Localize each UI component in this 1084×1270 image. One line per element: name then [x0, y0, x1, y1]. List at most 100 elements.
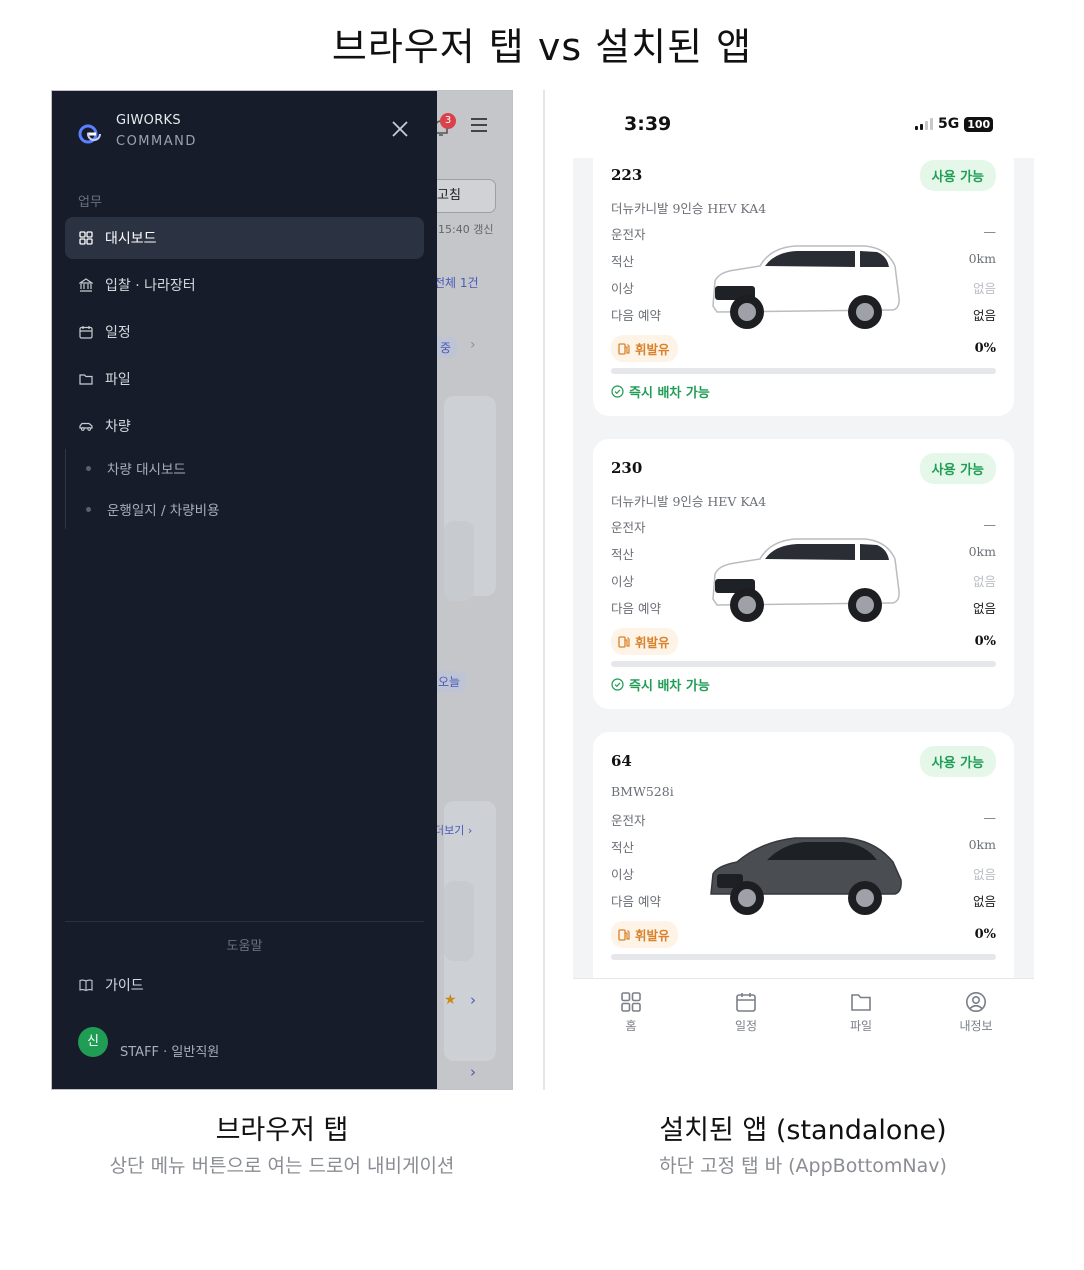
nav-item-bids[interactable]: 입찰 · 나라장터 [65, 264, 424, 306]
vehicle-plate: 64 [611, 752, 632, 770]
vehicle-model: 더뉴카니발 9인승 HEV KA4 [611, 201, 767, 216]
row-label: 적산 [611, 254, 635, 269]
vehicle-model: 더뉴카니발 9인승 HEV KA4 [611, 494, 767, 509]
folder-icon [851, 994, 871, 1011]
tab-label: 파일 [849, 1019, 873, 1033]
grid-icon [621, 992, 641, 1012]
row-value: 0km [968, 544, 996, 559]
nav-item-label: 입찰 · 나라장터 [105, 278, 196, 294]
status-badge: 사용 가능 [919, 746, 996, 777]
nav-item-files[interactable]: 파일 [65, 358, 424, 400]
page-title: 브라우저 탭 vs 설치된 앱 [331, 25, 753, 69]
vehicle-card[interactable]: 223 사용 가능 더뉴카니발 9인승 HEV KA4 운전자 — 적산 0km… [593, 158, 1014, 416]
nav-item-dashboard[interactable]: 대시보드 [65, 217, 424, 259]
nav-item-label: 대시보드 [105, 231, 157, 247]
total-count: 전체 1건 [434, 276, 479, 290]
folder-icon [79, 374, 93, 385]
check-circle-icon [611, 385, 624, 398]
ready-status: 즉시 배차 가능 [611, 382, 710, 401]
car-icon [79, 422, 93, 431]
fuel-badge: 휘발유 [611, 628, 678, 655]
nav-item-label: 가이드 [105, 978, 144, 994]
row-value: — [983, 810, 997, 825]
caption-browser-subtitle: 상단 메뉴 버튼으로 여는 드로어 내비게이션 [109, 1155, 455, 1177]
row-label: 적산 [611, 840, 635, 855]
tab-home[interactable]: 홈 [586, 991, 676, 1034]
avatar[interactable]: 신 [78, 1027, 108, 1057]
row-label: 다음 예약 [611, 308, 661, 323]
tab-label: 일정 [734, 1019, 758, 1033]
chevron-right-icon[interactable]: › [470, 337, 476, 353]
notification-badge: 3 [440, 113, 456, 129]
ready-label: 즉시 배차 가능 [629, 386, 710, 401]
nav-item-label: 차량 [105, 419, 131, 435]
user-icon [966, 992, 986, 1012]
background-card [444, 881, 474, 961]
ready-label: 즉시 배차 가능 [629, 679, 710, 694]
network-label: 5G [938, 116, 960, 132]
calendar-icon [79, 326, 93, 339]
hamburger-icon[interactable] [470, 117, 488, 133]
close-icon[interactable] [390, 119, 410, 139]
nav-item-label: 일정 [105, 325, 131, 341]
fuel-bar [611, 368, 996, 374]
nav-item-label: 파일 [105, 372, 131, 388]
tab-label: 홈 [625, 1019, 637, 1033]
updated-time: 15:40 갱신 [438, 223, 494, 236]
row-label: 적산 [611, 547, 635, 562]
vehicle-image [712, 245, 900, 329]
row-label: 운전자 [611, 813, 646, 828]
tab-my-info[interactable]: 내정보 [931, 991, 1021, 1034]
logo-icon [78, 124, 101, 144]
sub-item-driving-log[interactable]: 운행일지 / 차량비용 [86, 494, 220, 524]
status-badge: 사용 가능 [919, 160, 996, 191]
vehicle-model: BMW528i [611, 784, 674, 799]
chevron-right-icon[interactable]: › [470, 991, 476, 1009]
more-link[interactable]: 더보기 › [434, 822, 472, 838]
row-label: 다음 예약 [611, 894, 661, 909]
vehicle-card[interactable]: 64 사용 가능 BMW528i 운전자 — 적산 0km 이상 없음 다음 예… [593, 732, 1014, 978]
tab-label: 내정보 [959, 1019, 993, 1033]
sub-item-vehicle-dashboard[interactable]: 차량 대시보드 [86, 453, 186, 483]
row-label: 이상 [611, 281, 635, 296]
background-card [444, 521, 474, 601]
bullet-icon [86, 506, 91, 512]
vehicle-card[interactable]: 230 사용 가능 더뉴카니발 9인승 HEV KA4 운전자 — 적산 0km… [593, 439, 1014, 709]
section-label-help: 도움말 [226, 939, 263, 954]
caption-app-title: 설치된 앱 (standalone) [659, 1115, 947, 1146]
tab-schedule[interactable]: 일정 [701, 991, 791, 1034]
chevron-right-icon[interactable]: › [470, 1063, 476, 1081]
fuel-badge: 휘발유 [611, 335, 678, 362]
vehicle-plate: 223 [611, 166, 643, 184]
row-value: 없음 [972, 308, 996, 323]
brand-subtitle: COMMAND [116, 134, 197, 149]
bank-icon [79, 278, 93, 292]
book-icon [79, 979, 93, 992]
sub-item-label: 차량 대시보드 [107, 462, 186, 478]
status-time: 3:39 [624, 113, 672, 135]
row-value: — [983, 224, 997, 239]
fuel-percent: 0% [974, 634, 996, 649]
fuel-pump-icon [618, 342, 630, 355]
row-label: 이상 [611, 574, 635, 589]
row-value: 0km [968, 251, 996, 266]
nav-item-vehicles[interactable]: 차량 [65, 405, 424, 447]
fuel-type: 휘발유 [635, 928, 670, 943]
row-label: 다음 예약 [611, 601, 661, 616]
caption-app-subtitle: 하단 고정 탭 바 (AppBottomNav) [659, 1155, 947, 1177]
status-chip: 중 [434, 337, 458, 358]
row-value: 0km [968, 837, 996, 852]
fuel-bar [611, 954, 996, 960]
star-icon: ★ [444, 992, 457, 1008]
bottom-tab-bar: 홈 일정 파일 내정보 [573, 978, 1034, 1090]
refresh-button[interactable]: 고침 [430, 179, 496, 213]
vehicle-list[interactable]: 223 사용 가능 더뉴카니발 9인승 HEV KA4 운전자 — 적산 0km… [573, 158, 1034, 978]
brand-name: GIWORKS [116, 113, 181, 128]
nav-item-schedule[interactable]: 일정 [65, 311, 424, 353]
vehicle-plate: 230 [611, 459, 643, 477]
row-label: 운전자 [611, 227, 646, 242]
section-label-work: 업무 [78, 195, 102, 210]
tab-files[interactable]: 파일 [816, 991, 906, 1034]
nav-item-guide[interactable]: 가이드 [65, 964, 424, 1006]
navigation-drawer: GIWORKS COMMAND 업무 대시보드 입찰 · 나라장터 일정 파일 … [52, 91, 437, 1089]
